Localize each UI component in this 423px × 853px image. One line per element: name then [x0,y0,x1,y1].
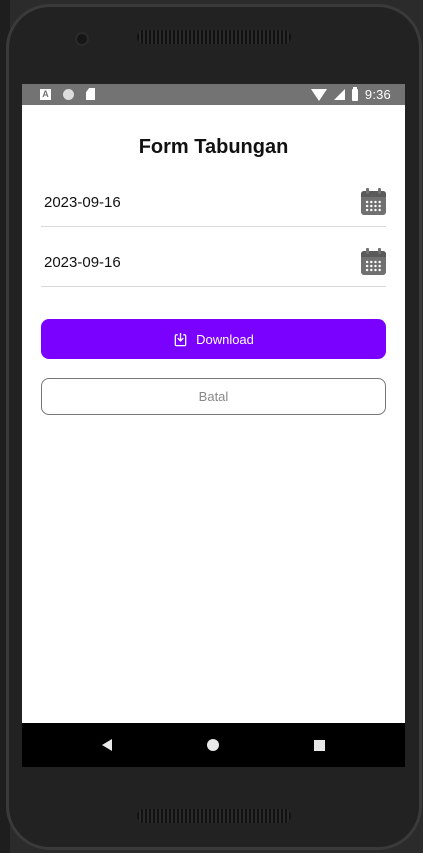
end-date-value: 2023-09-16 [44,254,121,271]
back-icon[interactable] [102,739,112,751]
battery-icon [351,86,358,101]
start-date-value: 2023-09-16 [44,194,121,211]
wifi-icon [310,88,327,101]
notification-a-icon: A [40,88,51,100]
start-date-field[interactable]: 2023-09-16 [41,184,386,227]
cancel-button[interactable]: Batal [41,378,386,415]
signal-icon [333,89,345,100]
end-date-field[interactable]: 2023-09-16 [41,244,386,287]
navigation-bar [22,723,405,767]
home-icon[interactable] [207,739,219,751]
status-bar: A 9:36 [22,84,405,105]
page-title: Form Tabungan [138,136,289,158]
sd-card-icon [86,88,95,100]
circle-icon [63,88,74,100]
recents-icon[interactable] [314,740,325,751]
phone-screen: A 9:36 Form Tabungan 2023-09-16 2023-09-… [22,84,405,767]
cancel-label: Batal [198,389,229,404]
download-button[interactable]: Download [41,319,386,359]
calendar-icon[interactable] [361,248,386,275]
download-icon [174,332,187,346]
front-camera [77,34,87,44]
earpiece-speaker [137,30,291,44]
calendar-icon[interactable] [361,188,386,215]
phone-frame: A 9:36 Form Tabungan 2023-09-16 2023-09-… [6,4,422,850]
bottom-speaker [137,809,291,823]
status-time: 9:36 [364,87,391,102]
download-label: Download [196,331,254,347]
